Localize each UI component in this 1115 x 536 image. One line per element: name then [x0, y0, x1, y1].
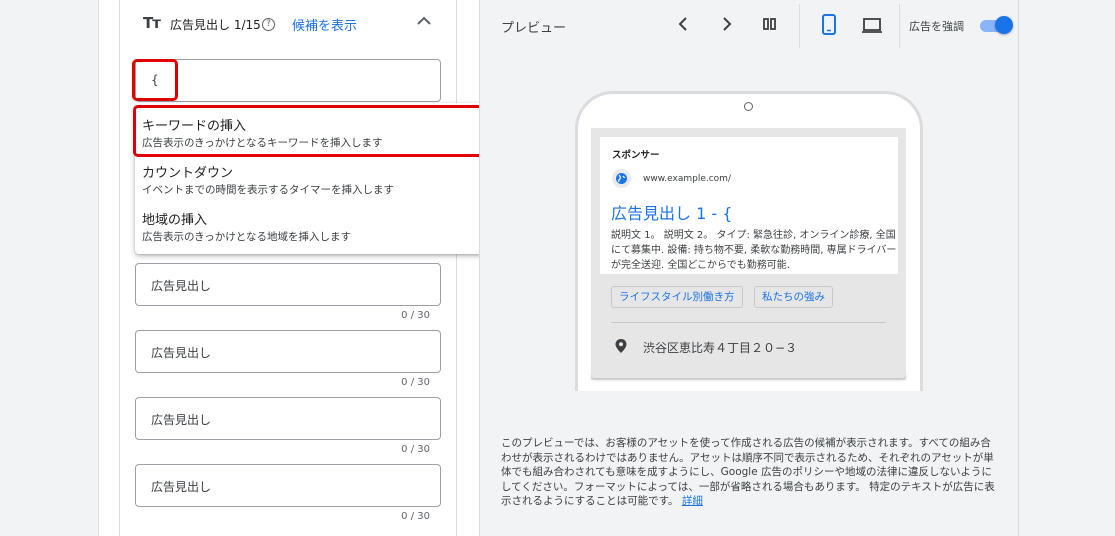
headline-input-active[interactable]: {: [135, 59, 441, 102]
headline-input[interactable]: 広告見出し: [135, 263, 441, 306]
headline-input[interactable]: 広告見出し: [135, 397, 441, 440]
chevron-up-icon[interactable]: [415, 12, 433, 30]
menu-item-location-insertion[interactable]: 地域の挿入 広告表示のきっかけとなる地域を挿入します: [135, 201, 538, 248]
ad-headline[interactable]: 広告見出し 1 - {: [611, 200, 732, 224]
ad-display-url: www.example.com/: [643, 174, 731, 184]
headline-input-placeholder: 広告見出し: [151, 346, 212, 360]
headline-input-placeholder: 広告見出し: [151, 279, 212, 293]
menu-item-title: 地域の挿入: [142, 213, 208, 228]
desktop-device-icon[interactable]: [860, 14, 884, 36]
sitelink-chip[interactable]: 私たちの強み: [754, 286, 833, 308]
toolbar-divider: [799, 4, 800, 48]
phone-camera: [744, 102, 753, 111]
headline-input[interactable]: 広告見出し: [135, 464, 441, 507]
show-suggestions-link[interactable]: 候補を表示: [292, 15, 357, 34]
chevron-right-icon[interactable]: [716, 14, 736, 34]
menu-item-title: カウントダウン: [142, 166, 234, 181]
mobile-device-icon[interactable]: [818, 13, 840, 37]
sitelink-chip[interactable]: ライフスタイル別働き方: [611, 286, 743, 308]
char-counter: 0 / 30: [401, 444, 430, 455]
headline-section-title: 広告見出し 1/15: [170, 18, 261, 32]
headline-input[interactable]: 広告見出し: [135, 330, 441, 373]
headline-input-placeholder: 広告見出し: [151, 413, 212, 427]
details-link[interactable]: 詳細: [682, 495, 703, 507]
menu-item-description: イベントまでの時間を表示するタイマーを挿入します: [142, 184, 394, 196]
location-pin-icon: [615, 339, 627, 353]
char-counter: 0 / 30: [401, 310, 430, 321]
globe-icon: [612, 169, 631, 188]
emphasize-ad-label: 広告を強調: [909, 20, 964, 33]
preview-label: プレビュー: [501, 21, 567, 36]
ad-separator: [611, 322, 886, 323]
highlight-box-input: [132, 59, 178, 101]
headline-input-placeholder: 広告見出し: [151, 480, 212, 494]
char-counter: 0 / 30: [401, 377, 430, 388]
ad-address: 渋谷区恵比寿４丁目２０−３: [643, 341, 798, 355]
page: Tт 広告見出し 1/15 ? 候補を表示 { 広告見出し 0 / 30 広告見…: [0, 0, 1115, 536]
chevron-left-icon[interactable]: [674, 14, 694, 34]
help-icon[interactable]: ?: [262, 18, 275, 31]
view-columns-icon[interactable]: [760, 14, 780, 34]
menu-item-description: 広告表示のきっかけとなる地域を挿入します: [142, 231, 351, 243]
disclaimer-text: このプレビューでは、お客様のアセットを使って作成される広告の候補が表示されます。…: [501, 437, 995, 507]
phone-screen-edge: [591, 372, 906, 378]
preview-disclaimer: このプレビューでは、お客様のアセットを使って作成される広告の候補が表示されます。…: [501, 436, 996, 509]
toolbar-divider: [899, 4, 900, 48]
ad-description: 説明文 1。 説明文 2。 タイプ: 緊急往診, オンライン診療, 全国にて募集…: [611, 230, 897, 271]
menu-item-countdown[interactable]: カウントダウン イベントまでの時間を表示するタイマーを挿入します: [135, 154, 538, 201]
emphasize-toggle-knob[interactable]: [995, 16, 1013, 34]
text-format-icon: Tт: [143, 14, 161, 32]
char-counter: 0 / 30: [401, 511, 430, 522]
sponsor-label: スポンサー: [612, 150, 660, 161]
